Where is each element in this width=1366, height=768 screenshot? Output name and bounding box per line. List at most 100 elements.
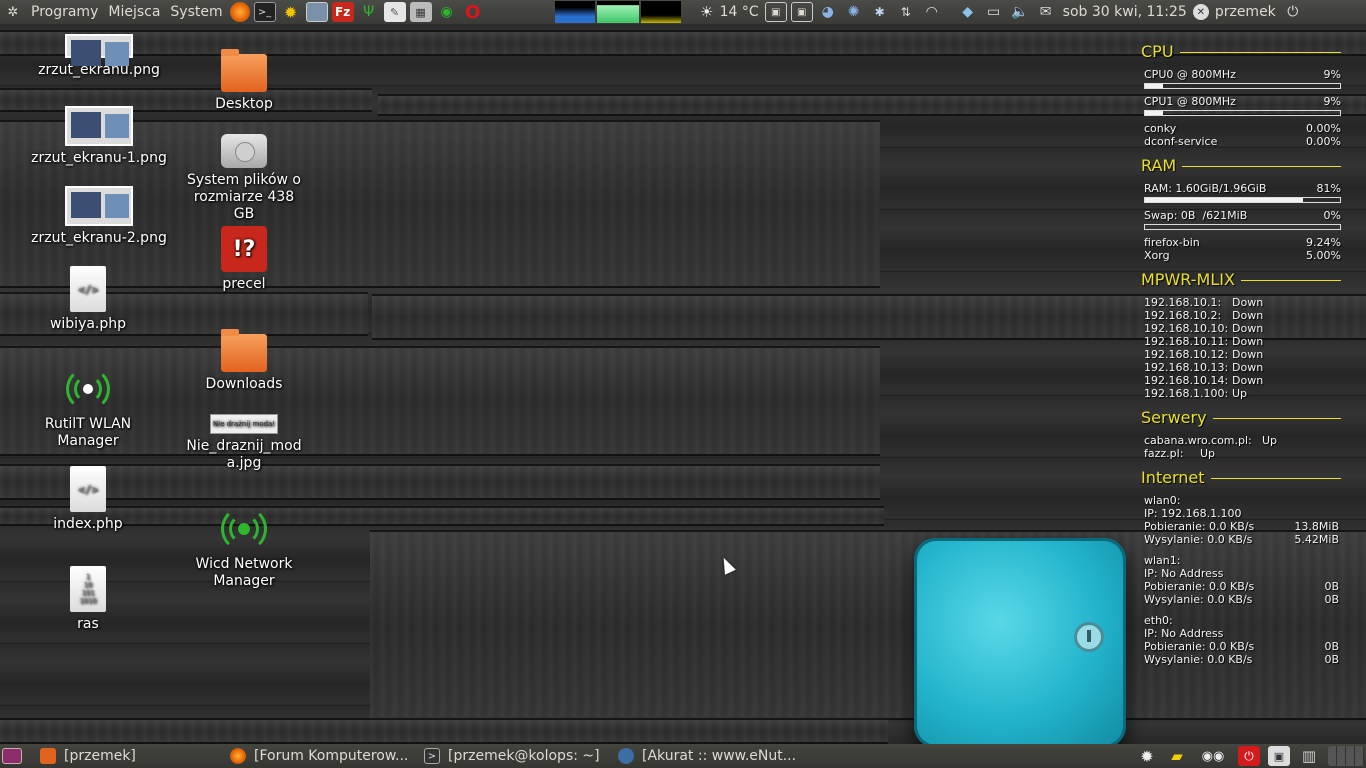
host-row: 192.168.10.12: Down — [1144, 348, 1264, 361]
wlan-manager-icon — [65, 366, 111, 412]
desktop-icon-wibiya[interactable]: </> wibiya.php — [18, 266, 158, 333]
ram-bar — [1144, 197, 1341, 203]
conky-mpwr-heading: MPWR-MLIX — [1141, 270, 1341, 290]
bluetooth-icon[interactable]: ✱ — [869, 2, 891, 22]
desktop-icon-downloads[interactable]: Downloads — [174, 329, 314, 393]
hard-drive-icon — [221, 134, 267, 168]
text-editor-icon[interactable]: ✎ — [383, 2, 406, 22]
task-firefox[interactable]: [Forum Komputerow... — [224, 745, 418, 767]
desktop-icon-rutilt[interactable]: RutilT WLAN Manager — [18, 366, 158, 450]
power-icon[interactable]: ⏻ — [1282, 2, 1304, 22]
bottom-panel: [przemek] [Forum Komputerow... > [przeme… — [0, 744, 1366, 768]
menu-system[interactable]: System — [165, 0, 227, 24]
sun-settings-icon[interactable]: ✹ — [280, 2, 302, 22]
desktop-icon-nie-draznij-moda[interactable]: Nie drażnij moda! Nie_draznij_moda.jpg — [174, 414, 314, 472]
swap-bar — [1144, 224, 1341, 230]
conky-monitor: CPU CPU0 @ 800MHz 9% CPU1 @ 800MHz 9% conk… — [1141, 42, 1341, 666]
mail-icon[interactable]: ✉ — [1035, 2, 1057, 22]
weather-sun-icon[interactable]: ☀ — [696, 2, 718, 22]
server-row: cabana.wro.com.pl: Up — [1144, 434, 1278, 447]
clock[interactable]: sob 30 kwi, 11:25 — [1059, 0, 1191, 24]
cpu-load-graph — [554, 1, 595, 23]
terminal-icon[interactable]: >_ — [253, 2, 276, 22]
cpu1-row: CPU1 @ 800MHz 9% — [1144, 95, 1341, 108]
desktop-icon-label: Desktop — [215, 96, 273, 112]
desktop-icon-zrzut-ekranu[interactable]: zrzut_ekranu.png — [29, 34, 169, 79]
workspace-switcher-icon[interactable] — [1328, 746, 1364, 766]
volume-icon[interactable]: 🔈 — [1009, 2, 1031, 22]
memory-graph — [596, 1, 639, 23]
trash-icon[interactable]: ▥ — [1298, 746, 1320, 766]
firefox-icon[interactable] — [229, 2, 250, 22]
firefox-icon — [230, 748, 246, 764]
sun-settings-icon[interactable]: ✹ — [1136, 746, 1158, 766]
ram-process-row: Xorg 5.00% — [1144, 249, 1341, 262]
folder-icon — [221, 329, 267, 372]
user-close-icon[interactable]: ✕ — [1192, 4, 1209, 20]
desktop-icon-label: RutilT WLAN Manager — [44, 416, 132, 449]
user-name[interactable]: przemek — [1211, 0, 1280, 24]
ubuntu-logo-icon[interactable]: ✲ — [2, 2, 24, 22]
filezilla-icon[interactable]: Fz — [331, 2, 354, 22]
image-thumbnail-icon — [65, 34, 133, 66]
wicd-icon[interactable]: ◉ — [436, 2, 458, 22]
desktop-icon-label: Downloads — [205, 376, 283, 392]
cpu-freq2-icon[interactable]: ▣ — [790, 2, 813, 22]
task-thunderbird[interactable]: [Akurat :: www.eNut... — [612, 745, 808, 767]
wallpaper-blue-box — [914, 538, 1126, 744]
dropbox-icon[interactable]: ◆ — [957, 2, 979, 22]
desktop-icon-zrzut-ekranu-2[interactable]: zrzut_ekranu-2.png — [29, 186, 169, 247]
desktop-icon-label: ras — [77, 616, 99, 632]
server-row: fazz.pl: Up — [1144, 447, 1216, 460]
desktop-icon-label: zrzut_ekranu-1.png — [31, 150, 167, 166]
wicd-icon — [221, 506, 267, 552]
conky-servers-heading: Serwery — [1141, 408, 1341, 428]
gear-icon[interactable]: ✺ — [843, 2, 865, 22]
host-row: 192.168.10.1: Down — [1144, 296, 1264, 309]
desktop-icon-label: precel — [222, 276, 266, 292]
cpu0-row: CPU0 @ 800MHz 9% — [1144, 68, 1341, 81]
desktop-icon-label: Nie_draznij_moda.jpg — [186, 438, 302, 471]
task-terminal[interactable]: > [przemek@kolops: ~] — [418, 745, 612, 767]
desktop-icon-wicd[interactable]: Wicd Network Manager — [174, 506, 314, 590]
show-desktop-icon[interactable] — [2, 748, 22, 764]
iface-wlan1: wlan1: IP: No Address Pobieranie: 0.0 KB… — [1144, 554, 1339, 606]
folder-icon — [40, 748, 56, 764]
menu-miejsca[interactable]: Miejsca — [103, 0, 165, 24]
network-wired-icon[interactable]: ⇅ — [895, 2, 917, 22]
calculator-icon[interactable]: ▦ — [409, 2, 432, 22]
cpu1-bar — [1144, 110, 1341, 116]
wifi-icon[interactable]: ◠ — [921, 2, 943, 22]
desktop-icon-zrzut-ekranu-1[interactable]: zrzut_ekranu-1.png — [29, 106, 169, 167]
desktop-icon-desktop-folder[interactable]: Desktop — [174, 49, 314, 113]
desktop-icon-label: zrzut_ekranu-2.png — [31, 230, 167, 246]
binary-file-icon: 1 10 101 1010 — [70, 566, 106, 612]
menu-programy[interactable]: Programy — [26, 0, 103, 24]
ram-process-row: firefox-bin 9.24% — [1144, 236, 1341, 249]
thunderbird-icon — [618, 748, 634, 764]
iface-eth0: eth0: IP: No Address Pobieranie: 0.0 KB/… — [1144, 614, 1339, 666]
cpu0-bar — [1144, 83, 1341, 89]
monitor-icon[interactable] — [305, 2, 328, 22]
folder-icon[interactable]: ▰ — [1166, 746, 1188, 766]
top-panel: ✲ Programy Miejsca System >_ ✹ Fz Ψ ✎ ▦ … — [0, 0, 1366, 24]
cpu-freq-icon[interactable]: ▣ — [764, 2, 787, 22]
desktop-icon-filesystem[interactable]: System plików o rozmiarze 438 GB — [174, 134, 314, 223]
desktop-icon-index[interactable]: </> index.php — [18, 466, 158, 533]
eyes-icon[interactable]: ◉◉ — [1196, 746, 1230, 766]
image-thumbnail-icon — [65, 106, 133, 146]
lock-icon[interactable]: ▣ — [1268, 746, 1290, 766]
desktop-icon-precel[interactable]: !? precel — [174, 226, 314, 293]
task-przemek-folder[interactable]: [przemek] — [34, 745, 224, 767]
opera-icon[interactable]: O — [462, 2, 484, 23]
network-graph — [640, 1, 681, 23]
wlan-manager-icon[interactable]: Ψ — [358, 2, 380, 22]
user-status-icon[interactable]: ◕ — [817, 2, 839, 22]
desktop-icon-ras[interactable]: 1 10 101 1010 ras — [18, 566, 158, 633]
power-icon[interactable]: ⏻ — [1238, 746, 1260, 766]
desktop-icon-label: wibiya.php — [49, 316, 127, 332]
display-icon[interactable]: ▭ — [983, 2, 1005, 22]
host-row: 192.168.10.2: Down — [1144, 309, 1264, 322]
weather-temperature[interactable]: 14 °C — [720, 0, 763, 24]
host-row: 192.168.10.13: Down — [1144, 361, 1264, 374]
